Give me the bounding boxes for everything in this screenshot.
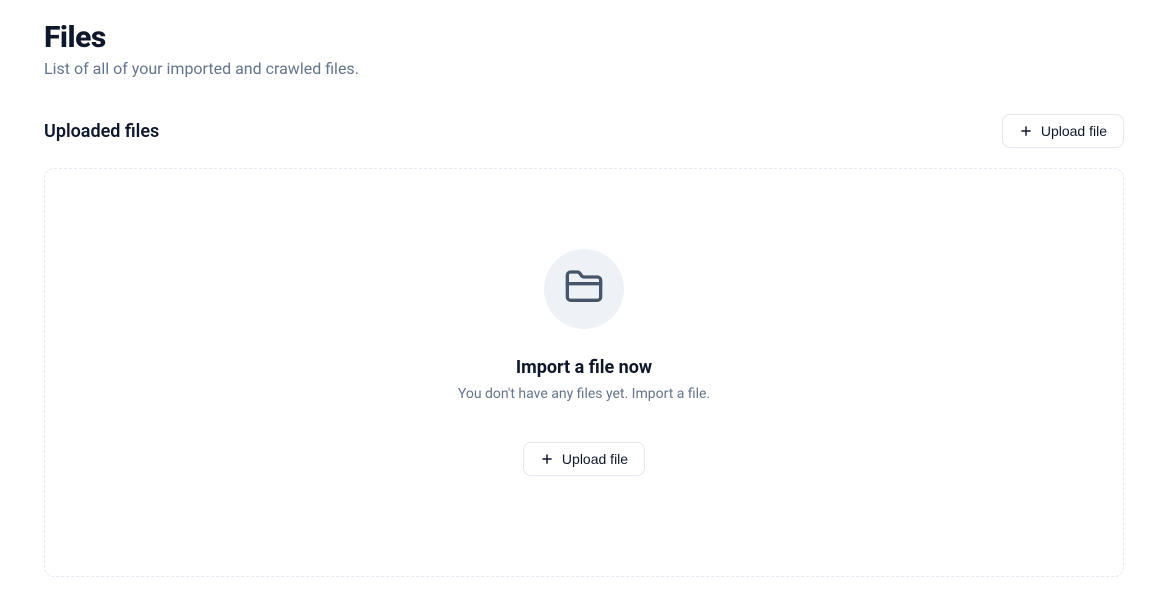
upload-file-button-label: Upload file	[1041, 123, 1107, 139]
section-header: Uploaded files Upload file	[44, 114, 1124, 148]
page-title: Files	[44, 20, 1124, 55]
folder-icon-circle	[544, 249, 624, 329]
empty-state-title: Import a file now	[516, 357, 652, 378]
section-title: Uploaded files	[44, 121, 159, 142]
page-subtitle: List of all of your imported and crawled…	[44, 59, 1124, 78]
folder-icon	[564, 267, 604, 311]
upload-file-button-empty-label: Upload file	[562, 451, 628, 467]
upload-file-button[interactable]: Upload file	[1002, 114, 1124, 148]
plus-icon	[540, 452, 554, 466]
empty-state-subtitle: You don't have any files yet. Import a f…	[458, 386, 710, 402]
upload-file-button-empty[interactable]: Upload file	[523, 442, 645, 476]
empty-state-box: Import a file now You don't have any fil…	[44, 168, 1124, 577]
plus-icon	[1019, 124, 1033, 138]
